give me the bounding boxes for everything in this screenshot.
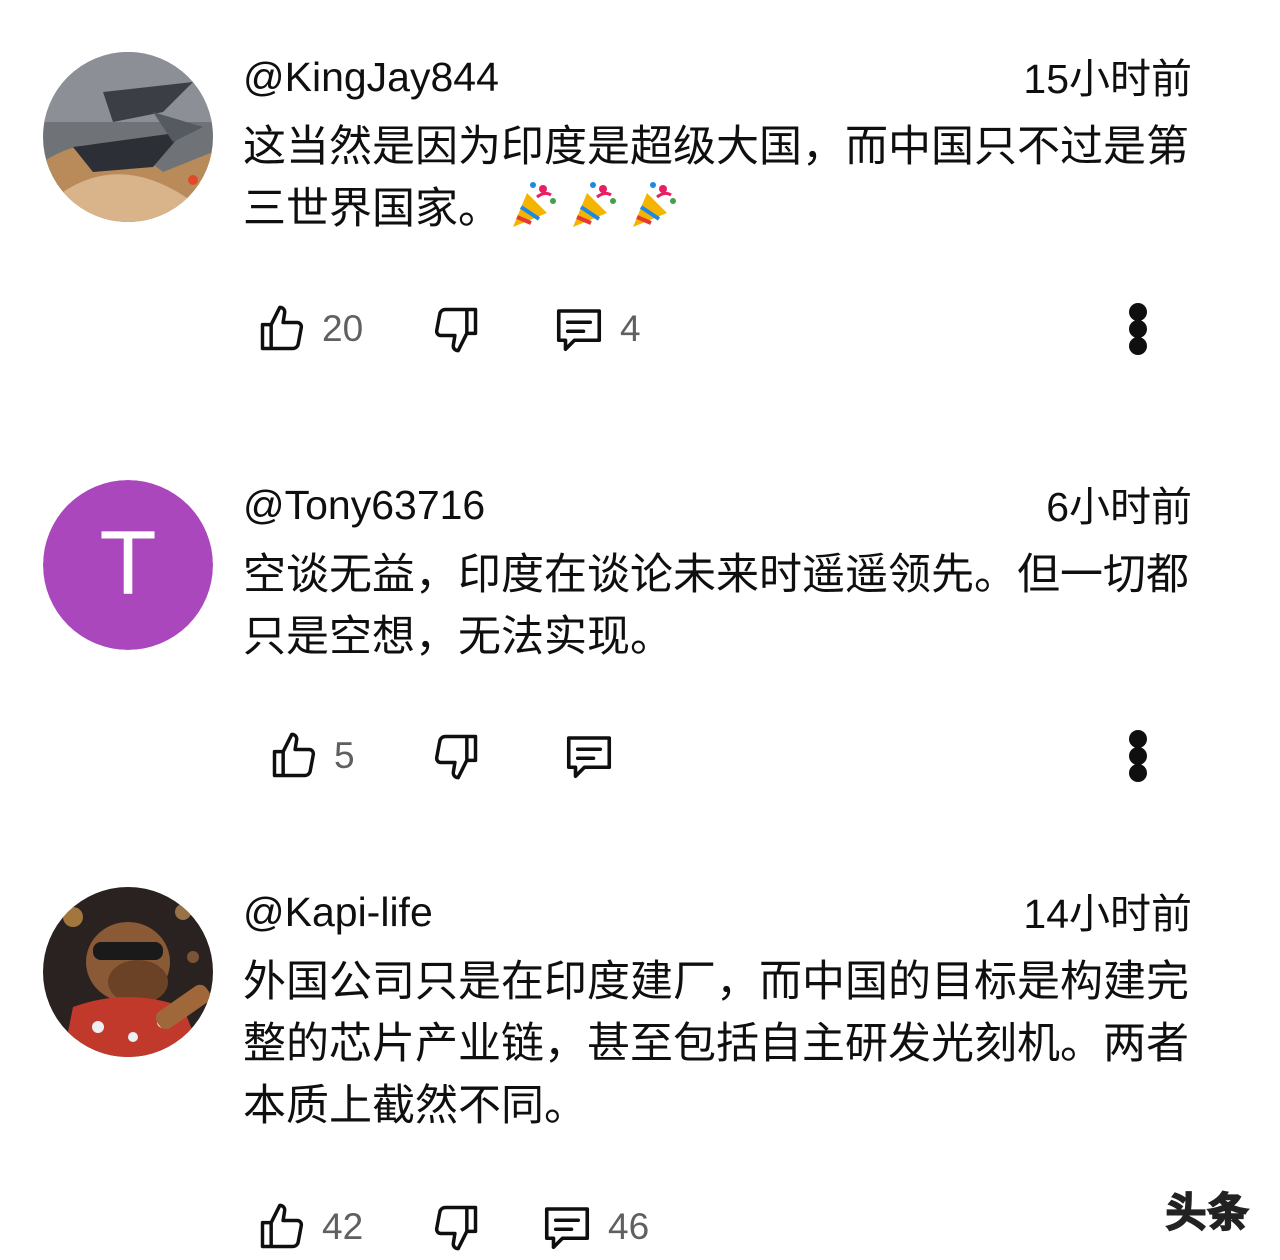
like-button[interactable]: 42: [256, 1197, 363, 1257]
watermark-logo: 头条: [1165, 1190, 1250, 1236]
thumbs-down-icon: [434, 734, 478, 780]
comment-text: 空谈无益，印度在谈论未来时遥遥领先。但一切都只是空想，无法实现。: [243, 550, 1189, 662]
comment-author[interactable]: @KingJay844: [243, 52, 499, 102]
comment-text-content: 这当然是因为印度是超级大国，而中国只不过是第三世界国家。: [243, 122, 1189, 234]
reply-button[interactable]: [562, 726, 616, 786]
comment-icon: [566, 736, 612, 779]
comment-text: 外国公司只是在印度建厂，而中国的目标是构建完整的芯片产业链，甚至包括自主研发光刻…: [243, 957, 1189, 1131]
thumbs-down-icon: [434, 307, 478, 353]
party-popper-icon: [507, 179, 561, 233]
comment-actions: 20 4: [0, 299, 1280, 359]
comment-icon: [556, 309, 602, 352]
comment-author[interactable]: @Tony63716: [243, 480, 485, 530]
thumbs-up-icon: [260, 305, 304, 351]
comment-actions: 42 46: [0, 1197, 1280, 1257]
party-popper-icon: [627, 179, 681, 233]
like-count: 5: [334, 735, 355, 776]
more-options-button[interactable]: [1118, 299, 1158, 359]
like-count: 42: [322, 1206, 364, 1247]
comment-timestamp[interactable]: 6小时前: [1046, 482, 1192, 532]
more-options-button[interactable]: [1118, 726, 1158, 786]
party-popper-icon: [567, 179, 621, 233]
avatar-letter: T: [43, 480, 213, 650]
avatar[interactable]: [43, 887, 213, 1057]
comment-timestamp[interactable]: 15小时前: [1023, 54, 1192, 104]
comment-actions: 5: [0, 726, 1280, 786]
dislike-button[interactable]: [430, 726, 482, 786]
dislike-button[interactable]: [430, 1197, 482, 1257]
comment-author[interactable]: @Kapi-life: [243, 887, 433, 937]
like-button[interactable]: 20: [256, 299, 363, 359]
reply-button[interactable]: 46: [540, 1197, 649, 1257]
comment-text: 这当然是因为印度是超级大国，而中国只不过是第三世界国家。: [243, 116, 1203, 240]
reply-button[interactable]: 4: [552, 299, 641, 359]
thumbs-up-icon: [260, 1203, 304, 1249]
dislike-button[interactable]: [430, 299, 482, 359]
like-button[interactable]: 5: [268, 726, 355, 786]
reply-count: 46: [608, 1206, 650, 1247]
avatar[interactable]: T: [43, 480, 213, 650]
comment-timestamp[interactable]: 14小时前: [1023, 889, 1192, 939]
avatar[interactable]: [43, 52, 213, 222]
reply-count: 4: [620, 308, 641, 349]
comment-icon: [544, 1207, 590, 1250]
thumbs-up-icon: [272, 732, 316, 778]
thumbs-down-icon: [434, 1205, 478, 1251]
like-count: 20: [322, 308, 364, 349]
